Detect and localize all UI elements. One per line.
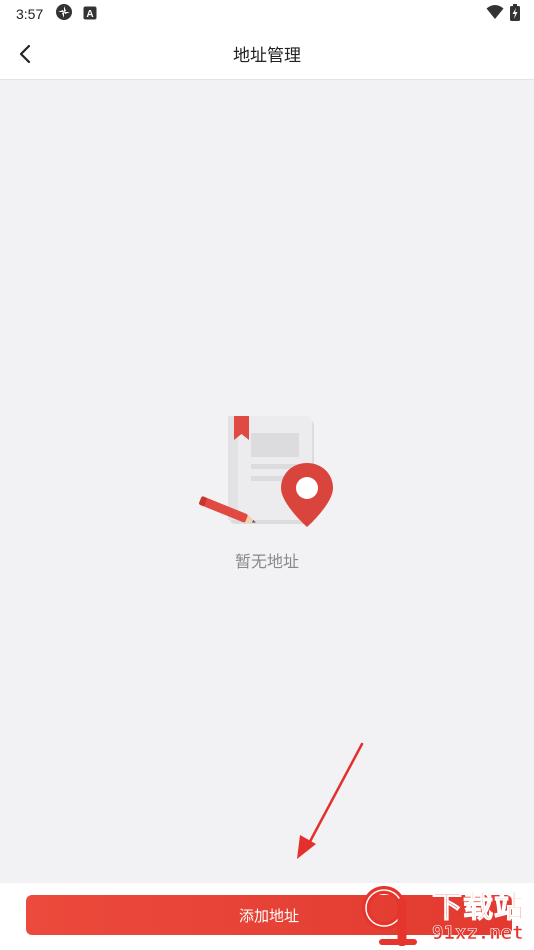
add-address-button[interactable]: 添加地址 xyxy=(26,895,512,935)
battery-charging-icon xyxy=(510,3,520,25)
a-badge-letter: A xyxy=(87,9,94,20)
address-management-screen: 3:57 A 地址管理 暂无地址 添加地址 下载站 91xz.net xyxy=(0,0,534,950)
status-bar: 3:57 A xyxy=(0,0,534,28)
status-right-icons xyxy=(486,3,520,25)
header-bar: 地址管理 xyxy=(0,28,534,80)
a-badge-icon: A xyxy=(83,5,97,24)
sync-icon xyxy=(55,3,73,25)
chevron-left-icon xyxy=(19,44,31,64)
status-time: 3:57 xyxy=(16,6,44,22)
wifi-icon xyxy=(486,4,504,24)
empty-state-message: 暂无地址 xyxy=(234,552,299,571)
content-area: 暂无地址 xyxy=(0,81,534,883)
page-title: 地址管理 xyxy=(233,46,301,66)
back-button[interactable] xyxy=(6,34,46,74)
bottom-bar: 添加地址 xyxy=(0,883,534,950)
status-left-icons: A xyxy=(55,3,97,25)
empty-address-illustration xyxy=(199,416,333,527)
